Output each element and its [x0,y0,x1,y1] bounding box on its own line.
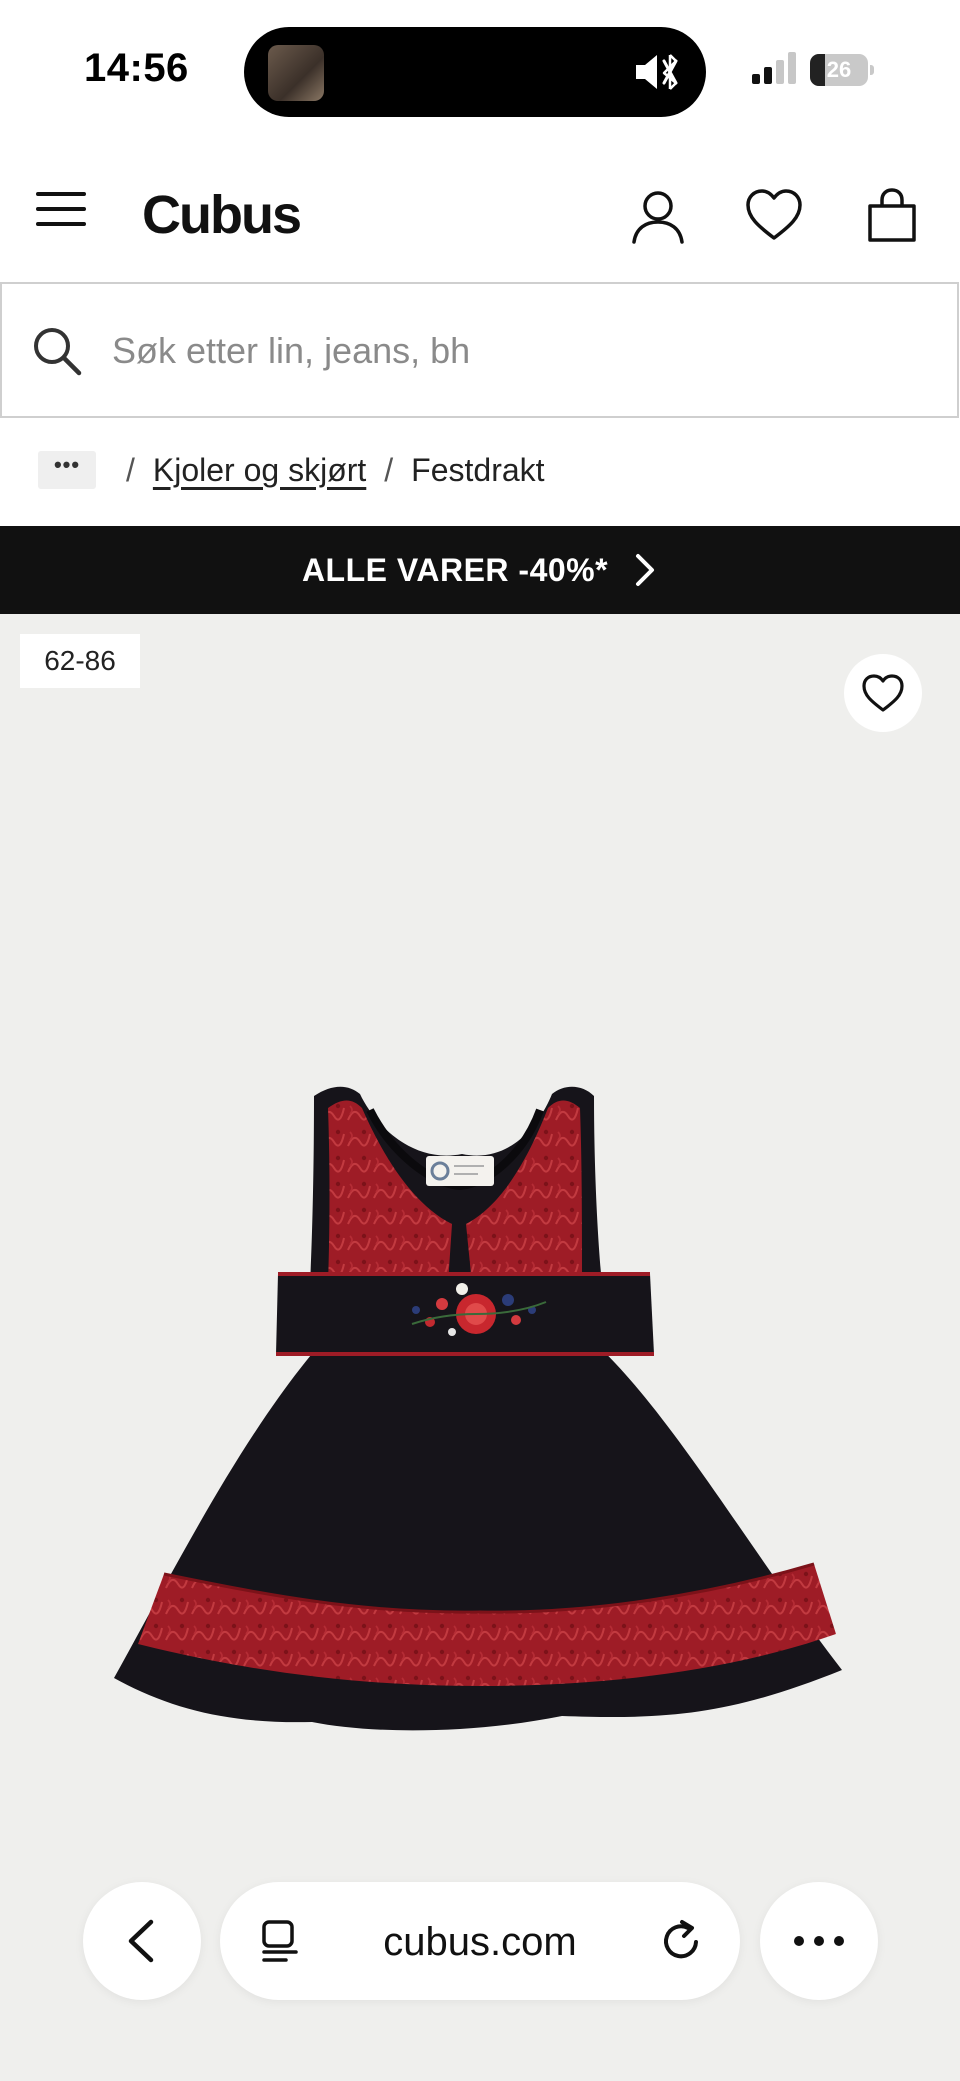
battery-body: 26 [810,54,868,86]
chevron-right-icon [636,554,655,586]
breadcrumb-more-button[interactable]: ••• [38,451,96,489]
now-playing-thumbnail [268,45,324,101]
heart-icon[interactable] [744,186,804,246]
battery-tip [870,65,874,75]
battery-indicator: 26 [810,54,874,86]
cubus-logo[interactable]: Cubus [142,184,302,246]
heart-icon [862,674,904,712]
breadcrumb-link-kjoler[interactable]: Kjoler og skjørt [153,452,366,489]
site-header: Cubus [0,160,960,270]
battery-percentage: 26 [826,57,852,82]
product-image[interactable]: 62-86 [0,614,960,2081]
dynamic-island [244,27,706,117]
user-icon[interactable] [628,186,688,246]
promo-banner[interactable]: ALLE VARER -40%* [0,526,960,614]
reload-icon[interactable] [658,1918,704,1964]
bag-icon[interactable] [862,186,922,246]
breadcrumb-current: Festdrakt [411,451,545,488]
more-dots-icon [794,1936,844,1946]
promo-label: ALLE VARER -40%* [301,551,609,588]
chevron-left-icon [128,1919,154,1963]
breadcrumb-separator: / [126,451,135,488]
browser-back-button[interactable] [83,1882,201,2000]
muted-speaker-icon [636,54,678,90]
hamburger-icon[interactable] [36,192,86,232]
breadcrumb: ••• / Kjoler og skjørt / Festdrakt [0,430,960,510]
status-bar: 14:56 26 [0,0,960,140]
size-badge: 62-86 [20,634,140,688]
search-icon [34,328,82,376]
search-bar[interactable] [0,282,959,418]
status-time: 14:56 [84,46,189,90]
breadcrumb-separator: / [384,451,394,488]
cellular-signal-icon [752,52,796,84]
address-bar[interactable]: cubus.com [220,1882,740,2000]
favorite-button[interactable] [844,654,922,732]
browser-more-button[interactable] [760,1882,878,2000]
dress-photo [114,1086,842,1731]
search-input[interactable] [112,324,912,378]
